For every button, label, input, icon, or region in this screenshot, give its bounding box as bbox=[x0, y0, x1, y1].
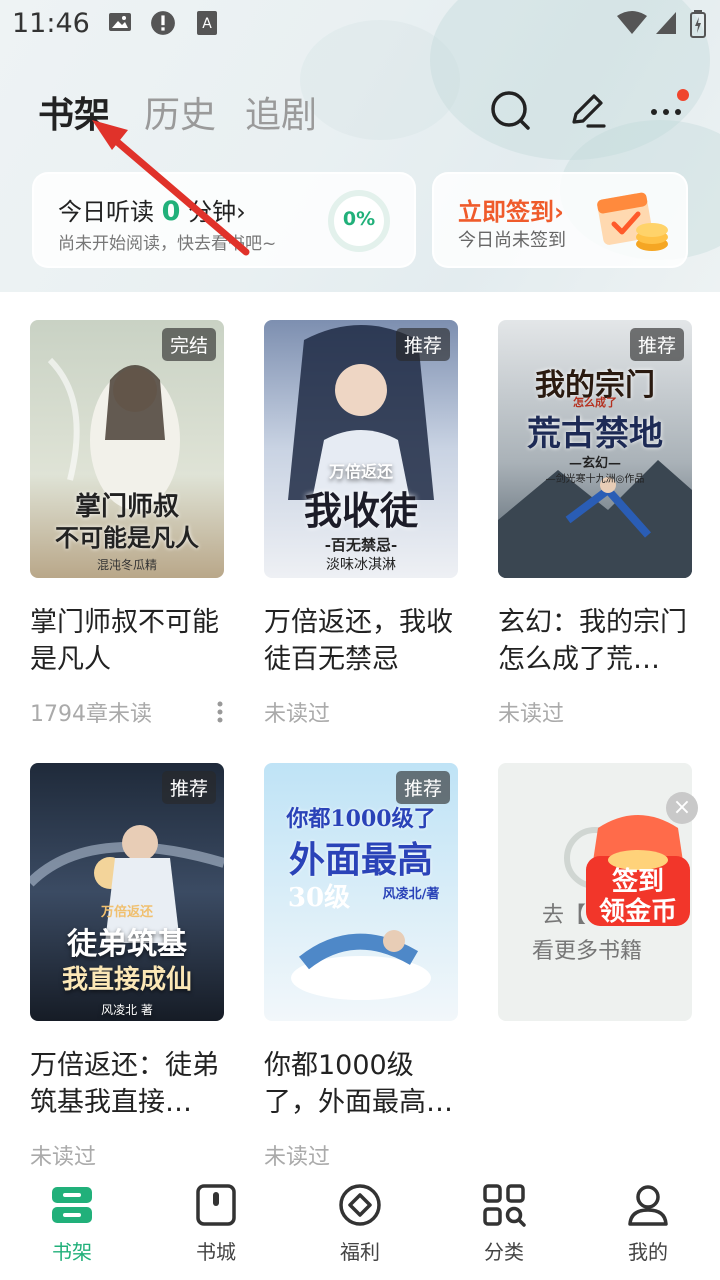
book-cover[interactable]: 万倍返还 徒弟筑基 我直接成仙 风凌北 著 推荐 bbox=[30, 763, 224, 1021]
reading-time-title: 今日听读 0 分钟› bbox=[58, 196, 246, 227]
book-badge: 推荐 bbox=[161, 771, 216, 804]
book-title: 掌门师叔不可能是凡人 bbox=[30, 607, 219, 675]
book-item[interactable]: 我的宗门 怎么成了 荒古禁地 —玄幻— —剑光寒十九洲◎作品 推荐 玄幻：我的宗… bbox=[498, 320, 692, 727]
bookshelf-icon bbox=[52, 1187, 92, 1223]
alert-notification-icon bbox=[151, 11, 175, 35]
book-badge: 完结 bbox=[161, 328, 216, 361]
status-time: 11:46 bbox=[12, 8, 90, 39]
book-cover[interactable]: 你都1000级了 外面最高 30级 风凌北/著 推荐 bbox=[264, 763, 458, 1021]
book-badge: 推荐 bbox=[629, 328, 684, 361]
profile-icon bbox=[628, 1185, 668, 1226]
book-cover-tag: —玄幻— bbox=[568, 456, 621, 471]
reading-time-subtitle: 尚未开始阅读，快去看书吧~ bbox=[58, 234, 277, 254]
nav-label: 分类 bbox=[484, 1240, 524, 1264]
nav-label: 书架 bbox=[52, 1240, 92, 1264]
reading-progress-value: 0% bbox=[342, 208, 376, 230]
book-title: 玄幻：我的宗门怎么成了荒… bbox=[498, 607, 687, 675]
app-notification-icon: A bbox=[197, 11, 217, 35]
book-item[interactable]: 万倍返还 我收徒 -百无禁忌- 淡味冰淇淋 推荐 万倍返还，我收徒百无禁忌 未读… bbox=[264, 320, 458, 727]
nav-item-welfare[interactable]: 福利 bbox=[310, 1182, 410, 1265]
book-more-icon[interactable] bbox=[216, 700, 224, 724]
book-cover-title: 我直接成仙 bbox=[61, 965, 192, 995]
book-cover[interactable]: 掌门师叔 不可能是凡人 混沌冬瓜精 完结 bbox=[30, 320, 224, 578]
book-cover-author: 混沌冬瓜精 bbox=[96, 558, 157, 572]
book-cover-author: 淡味冰淇淋 bbox=[326, 557, 396, 573]
book-cover-title: 不可能是凡人 bbox=[55, 523, 199, 552]
nav-label: 我的 bbox=[628, 1240, 668, 1264]
notification-dot bbox=[677, 89, 689, 101]
nav-item-profile[interactable]: 我的 bbox=[598, 1182, 698, 1265]
wifi-icon bbox=[617, 11, 647, 34]
svg-text:A: A bbox=[202, 16, 212, 32]
signin-subtitle: 今日尚未签到 bbox=[458, 230, 566, 251]
tab-drama[interactable]: 追剧 bbox=[245, 86, 317, 138]
book-progress: 未读过 bbox=[264, 702, 331, 727]
signin-card[interactable]: 立即签到› 今日尚未签到 bbox=[432, 172, 688, 268]
book-item[interactable]: 掌门师叔 不可能是凡人 混沌冬瓜精 完结 掌门师叔不可能是凡人 1794章未读 bbox=[30, 320, 224, 727]
book-cover-title: 荒古禁地 bbox=[527, 414, 663, 454]
book-cover-title: 外面最高 bbox=[288, 839, 433, 881]
image-notification-icon bbox=[109, 13, 131, 31]
nav-label: 福利 bbox=[340, 1240, 380, 1264]
book-progress: 未读过 bbox=[498, 702, 565, 727]
book-item[interactable]: 你都1000级了 外面最高 30级 风凌北/著 推荐 你都1000级了，外面最高… bbox=[264, 763, 458, 1170]
book-badge: 推荐 bbox=[395, 771, 450, 804]
book-badge: 推荐 bbox=[395, 328, 450, 361]
book-cover-title: 我收徒 bbox=[303, 488, 418, 533]
status-bar: 11:46 A bbox=[0, 0, 720, 50]
signin-redpack-icon[interactable]: 签到 领金币 bbox=[580, 808, 696, 934]
nav-item-bookshelf[interactable]: 书架 bbox=[22, 1182, 122, 1265]
book-cover-tag: -百无禁忌- bbox=[324, 536, 398, 554]
book-cover-author: 风凌北 著 bbox=[101, 1003, 153, 1017]
bookstore-icon bbox=[196, 1184, 236, 1226]
book-cover-title: 徒弟筑基 bbox=[67, 927, 187, 962]
nav-item-category[interactable]: 分类 bbox=[454, 1182, 554, 1265]
redpack-text-1: 签到 bbox=[612, 866, 664, 897]
welfare-icon bbox=[339, 1184, 381, 1226]
edit-icon[interactable] bbox=[566, 88, 610, 132]
book-cover-tag: 万倍返还 bbox=[100, 905, 153, 920]
signal-icon bbox=[656, 12, 676, 34]
book-cover-title: 30级 bbox=[287, 883, 351, 913]
book-cover-author: 风凌北/著 bbox=[382, 887, 440, 902]
book-cover-title: 万倍返还 bbox=[328, 462, 393, 481]
nav-label: 书城 bbox=[196, 1240, 236, 1264]
book-progress: 未读过 bbox=[264, 1145, 331, 1170]
book-title: 万倍返还：徒弟筑基我直接… bbox=[30, 1050, 219, 1118]
book-item[interactable]: 万倍返还 徒弟筑基 我直接成仙 风凌北 著 推荐 万倍返还：徒弟筑基我直接… 未… bbox=[30, 763, 224, 1170]
redpack-text-2: 领金币 bbox=[599, 896, 677, 927]
tab-bookshelf[interactable]: 书架 bbox=[38, 86, 110, 138]
book-progress: 1794章未读 bbox=[30, 702, 152, 727]
book-cover-author: —剑光寒十九洲◎作品 bbox=[545, 474, 645, 485]
book-cover[interactable]: 万倍返还 我收徒 -百无禁忌- 淡味冰淇淋 推荐 bbox=[264, 320, 458, 578]
signin-title: 立即签到› bbox=[458, 198, 564, 226]
bottom-navigation: 书架 书城 福利 分类 我的 bbox=[0, 1170, 720, 1280]
battery-icon bbox=[690, 10, 706, 38]
book-title: 你都1000级了，外面最高… bbox=[264, 1050, 453, 1118]
search-icon[interactable] bbox=[488, 88, 532, 132]
book-title: 万倍返还，我收徒百无禁忌 bbox=[264, 607, 453, 675]
book-cover-title: 你都1000级了 bbox=[286, 806, 436, 832]
promo-text: 看更多书籍 bbox=[532, 939, 643, 964]
book-cover[interactable]: 我的宗门 怎么成了 荒古禁地 —玄幻— —剑光寒十九洲◎作品 推荐 bbox=[498, 320, 692, 578]
book-progress: 未读过 bbox=[30, 1145, 97, 1170]
reading-time-card[interactable]: 今日听读 0 分钟› 尚未开始阅读，快去看书吧~ 0% bbox=[32, 172, 416, 268]
calendar-coins-icon bbox=[597, 192, 668, 251]
category-icon bbox=[483, 1184, 526, 1227]
nav-item-bookstore[interactable]: 书城 bbox=[166, 1182, 266, 1265]
tab-history[interactable]: 历史 bbox=[144, 86, 216, 138]
